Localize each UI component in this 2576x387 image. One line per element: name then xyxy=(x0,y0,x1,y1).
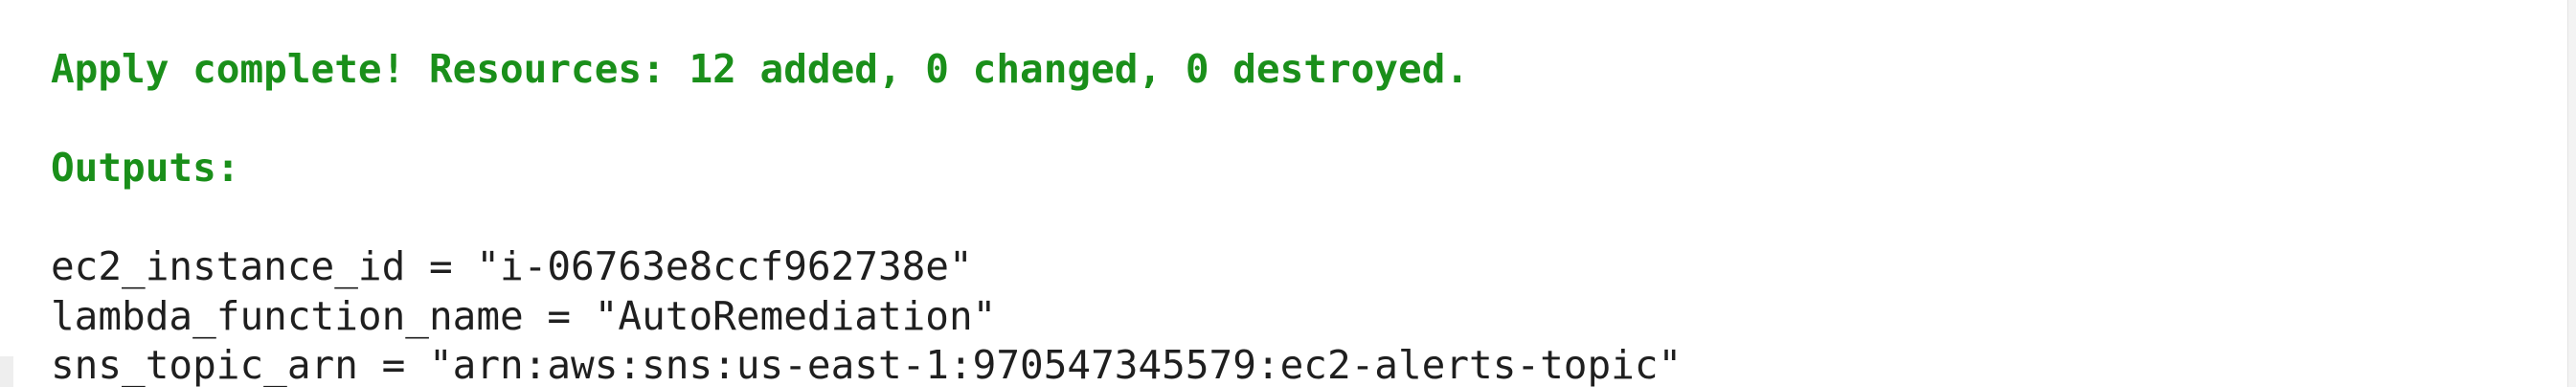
left-edge-divider xyxy=(0,356,13,387)
outputs-header: Outputs: xyxy=(51,145,240,191)
terminal-output: Apply complete! Resources: 12 added, 0 c… xyxy=(0,0,2568,387)
output-ec2-instance-id: ec2_instance_id = "i-06763e8ccf962738e" xyxy=(51,243,973,289)
vertical-scrollbar[interactable] xyxy=(2567,0,2576,387)
terminal-window: Apply complete! Resources: 12 added, 0 c… xyxy=(0,0,2576,387)
output-sns-topic-arn: sns_topic_arn = "arn:aws:sns:us-east-1:9… xyxy=(51,342,1683,387)
output-lambda-function-name: lambda_function_name = "AutoRemediation" xyxy=(51,293,997,339)
apply-status-line: Apply complete! Resources: 12 added, 0 c… xyxy=(51,46,1470,92)
